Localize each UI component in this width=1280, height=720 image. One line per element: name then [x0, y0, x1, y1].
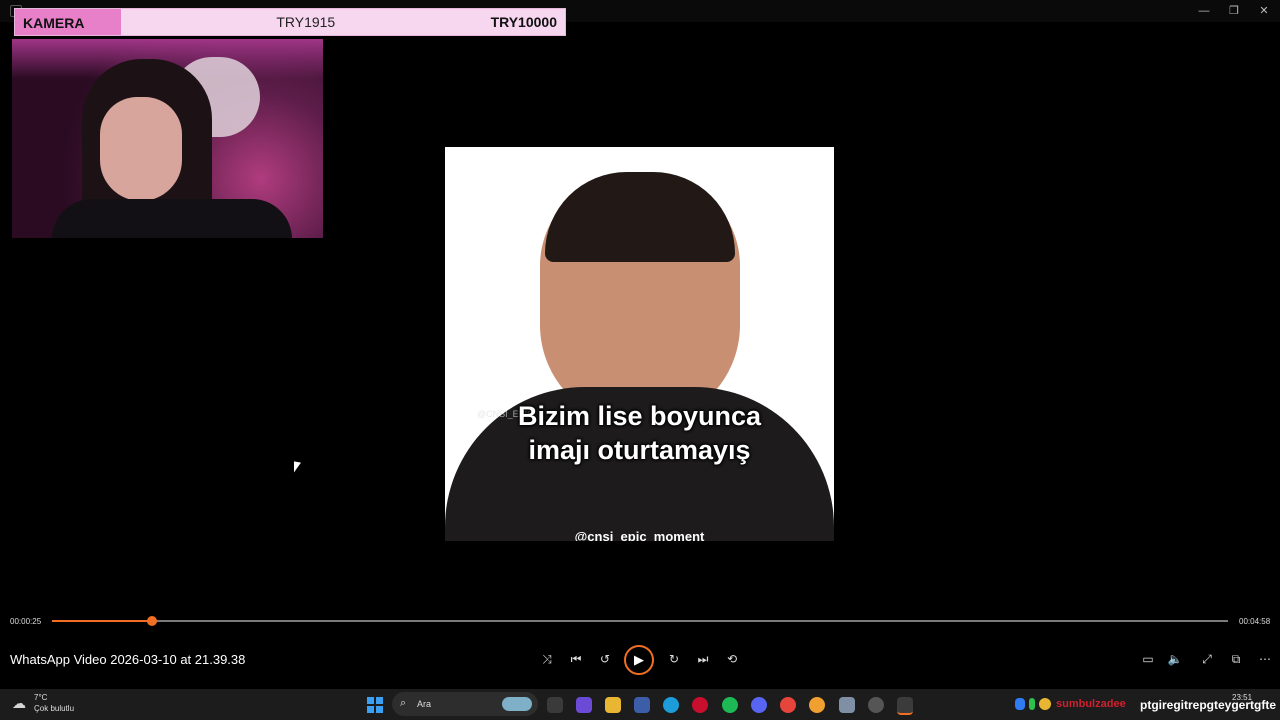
video-caption-line-2: imajı oturtamayış	[528, 435, 751, 465]
volume-icon[interactable]: 🔈	[1167, 651, 1183, 667]
edge-icon[interactable]	[663, 697, 679, 713]
weather-icon[interactable]: ☁	[12, 695, 28, 711]
task-view-icon[interactable]	[547, 697, 563, 713]
tray-vscode-icon[interactable]	[1015, 698, 1025, 710]
tray-username: sumbulzadee	[1056, 698, 1126, 710]
seek-bar-progress	[52, 620, 152, 622]
close-button[interactable]: ✕	[1256, 3, 1272, 19]
obs-icon[interactable]	[868, 697, 884, 713]
weather-description: Çok bulutlu	[34, 704, 75, 713]
webcam-person-body	[52, 199, 292, 238]
search-placeholder: Ara	[417, 699, 432, 709]
seek-bar-thumb[interactable]	[146, 616, 157, 626]
banner-goal-amount: TRY10000	[490, 14, 557, 30]
store-icon[interactable]	[634, 697, 650, 713]
app-settings-icon[interactable]	[839, 697, 855, 713]
copilot-icon[interactable]	[576, 697, 592, 713]
opera-icon[interactable]	[692, 697, 708, 713]
weather-temperature: 7°C	[34, 693, 48, 702]
webcam-feed	[12, 39, 323, 238]
video-frame[interactable]: @CNSI_EPIC Bizim lise boyunca imajı otur…	[445, 147, 834, 541]
tray-green-icon[interactable]	[1029, 698, 1035, 710]
video-person-hair	[545, 172, 735, 262]
play-button[interactable]: ▶	[624, 645, 654, 675]
clock-time: 23:51	[1232, 693, 1253, 702]
spotify-icon[interactable]	[722, 697, 738, 713]
search-icon: ⌕	[400, 697, 407, 709]
discord-icon[interactable]	[751, 697, 767, 713]
shuffle-icon[interactable]: ⤨	[539, 651, 555, 667]
tray-scrolling-text: ptgiregitrepgteygertgfte	[1140, 698, 1277, 712]
taskbar-search[interactable]: ⌕ Ara	[392, 692, 538, 716]
mouse-pointer-icon	[294, 461, 301, 474]
banner-current-amount: TRY1915	[276, 14, 336, 30]
minimize-button[interactable]: —	[1196, 3, 1212, 19]
fullscreen-icon[interactable]: ⤢	[1199, 651, 1215, 667]
current-time: 00:00:25	[10, 617, 42, 626]
donation-goal-banner: KAMERA TRY1915 TRY10000	[14, 8, 566, 36]
repeat-icon[interactable]: ⟲	[724, 651, 740, 667]
tray-warning-icon[interactable]	[1039, 698, 1051, 710]
next-icon[interactable]: ⏭	[695, 651, 711, 667]
captions-icon[interactable]: ▭	[1140, 651, 1156, 667]
video-caption-line-1: Bizim lise boyunca	[517, 401, 762, 431]
seek-bar[interactable]	[52, 616, 1228, 626]
maximize-button[interactable]: ❐	[1226, 3, 1242, 19]
previous-icon[interactable]: ⏮	[568, 651, 584, 667]
chrome-icon[interactable]	[780, 697, 796, 713]
more-options-icon[interactable]: ⋯	[1257, 651, 1273, 667]
file-explorer-icon[interactable]	[605, 697, 621, 713]
miniplayer-icon[interactable]: ⧉	[1228, 651, 1244, 667]
media-player-icon[interactable]	[897, 697, 913, 715]
webcam-person-face	[100, 97, 182, 201]
total-duration: 00:04:58	[1239, 617, 1271, 626]
forward-30-icon[interactable]: ↻	[666, 651, 682, 667]
video-handle-watermark: @cnsi_epic_moment	[574, 529, 705, 541]
search-highlight-icon	[502, 697, 532, 711]
banner-label: KAMERA	[15, 9, 121, 35]
start-button[interactable]	[367, 697, 383, 713]
rewind-10-icon[interactable]: ↺	[597, 651, 613, 667]
taskbar: ☁ 7°C Çok bulutlu ⌕ Ara sumbulzadee ptgi…	[0, 689, 1280, 720]
chrome-profile-icon[interactable]	[809, 697, 825, 713]
video-title: WhatsApp Video 2026-03-10 at 21.39.38	[10, 652, 246, 667]
